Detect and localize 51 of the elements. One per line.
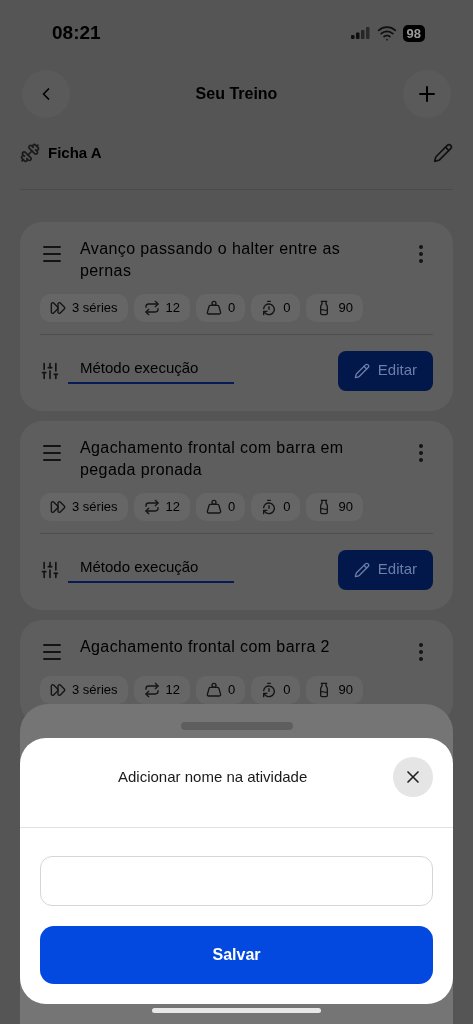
chip-value: 12 — [165, 497, 180, 516]
edit-button[interactable]: Editar — [337, 549, 433, 590]
sheet-name: Ficha A — [48, 143, 102, 163]
save-button[interactable]: Salvar — [40, 926, 433, 984]
chip-value: 0 — [283, 680, 291, 699]
timer-icon — [261, 681, 278, 698]
timer-icon — [261, 498, 278, 515]
repeat-icon — [143, 498, 160, 515]
dialog-title: Adicionar nome na atividade — [118, 766, 309, 787]
chip-value: 0 — [228, 497, 236, 516]
wifi-icon — [376, 23, 397, 43]
battery-indicator: 98 — [402, 24, 425, 42]
signal-icon — [350, 27, 371, 39]
double-arrow-icon — [50, 498, 66, 515]
chip-value: 12 — [165, 680, 180, 699]
chip-value: 90 — [338, 298, 353, 317]
weight-icon — [206, 498, 222, 515]
pencil-icon — [353, 561, 370, 578]
weight-icon — [206, 681, 222, 698]
chip-value: 0 — [283, 298, 291, 317]
repeat-icon — [143, 299, 160, 316]
chip-value: 3 séries — [72, 298, 118, 317]
pencil-icon — [353, 362, 370, 379]
timer-icon — [261, 299, 278, 316]
double-arrow-icon — [50, 681, 66, 698]
add-button[interactable] — [403, 70, 451, 118]
double-arrow-icon — [50, 299, 66, 316]
sliders-icon — [40, 559, 60, 580]
close-button[interactable] — [393, 757, 433, 797]
exercise-name: Agachamento frontal com barra em pegada pronada — [80, 437, 345, 480]
method-field[interactable]: Método execução — [68, 357, 234, 384]
page-title: Seu Treino — [195, 84, 278, 104]
weight-icon — [206, 299, 222, 316]
chip-value: 90 — [338, 497, 353, 516]
chip-value: 0 — [283, 497, 291, 516]
exercise-name: Agachamento frontal com barra 2 — [80, 636, 331, 657]
repeat-icon — [143, 681, 160, 698]
dumbbell-icon — [20, 143, 40, 164]
chip-value: 12 — [165, 298, 180, 317]
pencil-icon[interactable] — [433, 143, 453, 164]
method-field[interactable]: Método execução — [68, 556, 234, 583]
exercise-name: Avanço passando o halter entre as pernas — [80, 238, 342, 281]
chip-value: 90 — [338, 680, 353, 699]
chip-value: 3 séries — [72, 497, 118, 516]
clock: 08:21 — [51, 20, 101, 45]
chip-value: 0 — [228, 298, 236, 317]
name-input[interactable] — [40, 856, 433, 906]
chip-value: 0 — [228, 680, 236, 699]
edit-button[interactable]: Editar — [337, 350, 433, 391]
sliders-icon — [40, 360, 60, 381]
chip-value: 3 séries — [72, 680, 118, 699]
